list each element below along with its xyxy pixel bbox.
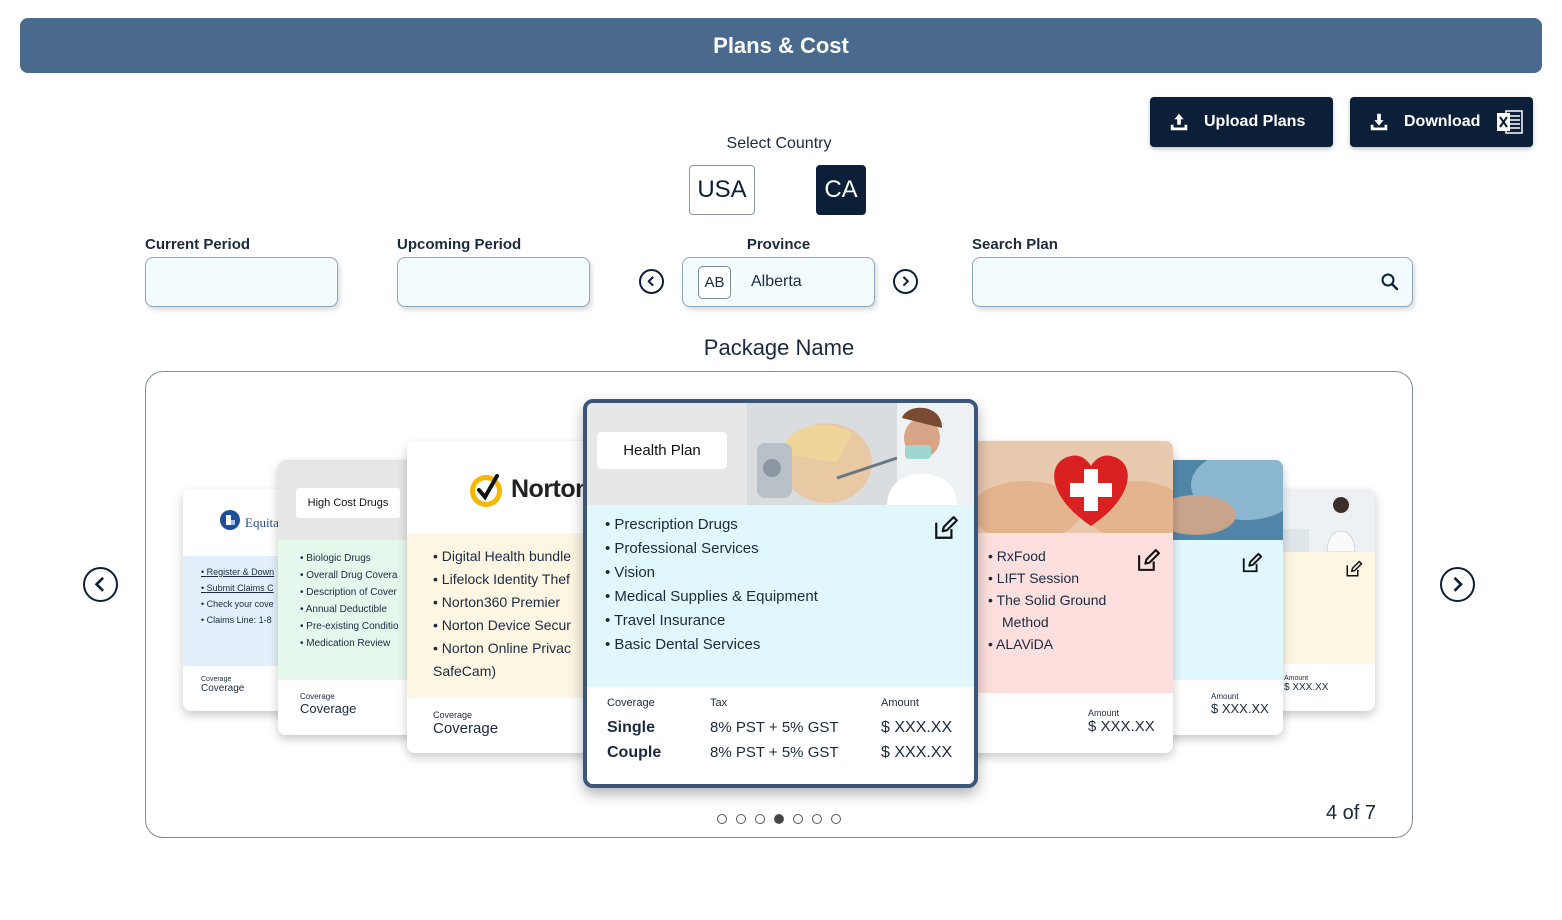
chevron-right-icon	[902, 276, 910, 287]
card-3-header: Norton	[407, 441, 607, 533]
carousel-prev-button[interactable]	[83, 567, 118, 602]
edit-icon[interactable]	[1241, 552, 1263, 574]
card-4-col-tax: Tax	[710, 697, 728, 709]
card-4-item: Professional Services	[605, 537, 974, 561]
card-2-tag: High Cost Drugs	[296, 488, 400, 518]
card-5-image	[976, 441, 1173, 533]
card-6-footer-label: Amount	[1211, 692, 1239, 701]
download-icon	[1370, 113, 1388, 131]
card-4-item: Vision	[605, 561, 974, 585]
card-4-footer: Coverage Tax Amount Single 8% PST + 5% G…	[587, 687, 974, 784]
download-label: Download	[1404, 113, 1481, 130]
upload-plans-label: Upload Plans	[1204, 113, 1306, 130]
excel-icon	[1497, 110, 1524, 134]
search-plan-input[interactable]	[972, 257, 1413, 307]
province-next-button[interactable]	[893, 269, 918, 294]
card-3-item: Digital Health bundle	[433, 545, 607, 568]
card-1-logo-text: Equita	[245, 515, 279, 530]
card-5-footer-label: Amount	[1088, 708, 1120, 718]
card-4-row-1-amount: $ XXX.XX	[881, 719, 953, 736]
card-3-footer: Coverage Coverage	[407, 698, 607, 753]
download-button[interactable]: Download	[1350, 97, 1533, 147]
card-4-item: Travel Insurance	[605, 609, 974, 633]
card-3-logo-text: Norton	[511, 475, 590, 503]
upcoming-period-label: Upcoming Period	[397, 236, 522, 253]
card-3-footer-value: Coverage	[433, 720, 499, 737]
search-plan-label: Search Plan	[972, 236, 1058, 253]
card-4-item: Medical Supplies & Equipment	[605, 585, 974, 609]
plan-card-4-active[interactable]: Health Plan Prescription Drugs Professio…	[583, 399, 978, 788]
card-4-item: Basic Dental Services	[605, 633, 974, 657]
page-indicator: 4 of 7	[1325, 802, 1376, 824]
norton-logo-icon	[470, 474, 502, 507]
select-country-label: Select Country	[726, 135, 832, 152]
page-title-bar: Plans & Cost	[20, 18, 1542, 73]
card-4-row-2-coverage: Couple	[607, 744, 662, 761]
card-5-item: LIFT Session	[988, 567, 1118, 589]
package-carousel: Equita Register & Down Submit Claims C C…	[145, 371, 1413, 838]
pagination-dot[interactable]	[736, 814, 746, 824]
province-code-badge: AB	[698, 265, 731, 299]
country-usa-button[interactable]: USA	[689, 165, 755, 215]
card-3-item: Norton Online Privac SafeCam)	[433, 637, 593, 683]
card-3-item: Norton360 Premier	[433, 591, 607, 614]
edit-icon[interactable]	[1345, 560, 1363, 578]
carousel-pagination	[717, 814, 841, 824]
search-icon[interactable]	[1380, 272, 1400, 292]
card-4-tag: Health Plan	[597, 432, 727, 469]
card-5-item: ALAViDA	[988, 633, 1118, 655]
chevron-left-icon	[647, 276, 655, 287]
province-label: Province	[746, 236, 811, 253]
upload-icon	[1170, 113, 1188, 131]
chevron-right-icon	[1453, 577, 1464, 592]
card-4-header: Health Plan	[587, 403, 974, 505]
province-name: Alberta	[751, 273, 802, 290]
pagination-dot[interactable]	[717, 814, 727, 824]
upload-plans-button[interactable]: Upload Plans	[1150, 97, 1333, 147]
province-prev-button[interactable]	[639, 269, 664, 294]
pagination-dot[interactable]	[755, 814, 765, 824]
plan-card-3[interactable]: Norton Digital Health bundle Lifelock Id…	[407, 441, 607, 753]
current-period-input[interactable]	[145, 257, 338, 307]
carousel-next-button[interactable]	[1440, 567, 1475, 602]
card-5-item: The Solid Ground Method	[988, 589, 1118, 633]
card-4-col-coverage: Coverage	[607, 697, 655, 709]
pagination-dot[interactable]	[812, 814, 822, 824]
card-7-footer-value: $ XXX.XX	[1284, 682, 1329, 693]
upcoming-period-input[interactable]	[397, 257, 590, 307]
equitable-logo-icon	[220, 510, 240, 530]
card-4-row-2-tax: 8% PST + 5% GST	[710, 744, 839, 761]
card-4-row-1-tax: 8% PST + 5% GST	[710, 719, 839, 736]
edit-icon[interactable]	[1136, 548, 1161, 573]
card-6-footer-value: $ XXX.XX	[1211, 701, 1269, 716]
country-ca-button[interactable]: CA	[816, 165, 866, 215]
chevron-left-icon	[94, 577, 105, 592]
current-period-label: Current Period	[145, 236, 251, 253]
card-3-footer-label: Coverage	[433, 710, 473, 720]
card-3-body: Digital Health bundle Lifelock Identity …	[407, 533, 607, 698]
page-title: Plans & Cost	[713, 32, 849, 58]
card-4-item: Prescription Drugs	[605, 513, 974, 537]
card-3-item: Lifelock Identity Thef	[433, 568, 607, 591]
package-name-title: Package Name	[703, 335, 855, 360]
pagination-dot[interactable]	[793, 814, 803, 824]
pagination-dot[interactable]	[831, 814, 841, 824]
pagination-dot-active[interactable]	[774, 814, 784, 824]
card-3-item: Norton Device Secur	[433, 614, 607, 637]
card-4-body: Prescription Drugs Professional Services…	[587, 505, 974, 687]
card-4-row-2-amount: $ XXX.XX	[881, 744, 953, 761]
card-4-row-1-coverage: Single	[607, 719, 656, 736]
edit-icon[interactable]	[933, 515, 959, 541]
card-5-footer-value: $ XXX.XX	[1088, 718, 1155, 735]
card-7-footer-label: Amount	[1284, 675, 1309, 682]
card-4-col-amount: Amount	[881, 697, 919, 709]
card-5-item: RxFood	[988, 545, 1118, 567]
province-select[interactable]: AB Alberta	[682, 257, 875, 307]
